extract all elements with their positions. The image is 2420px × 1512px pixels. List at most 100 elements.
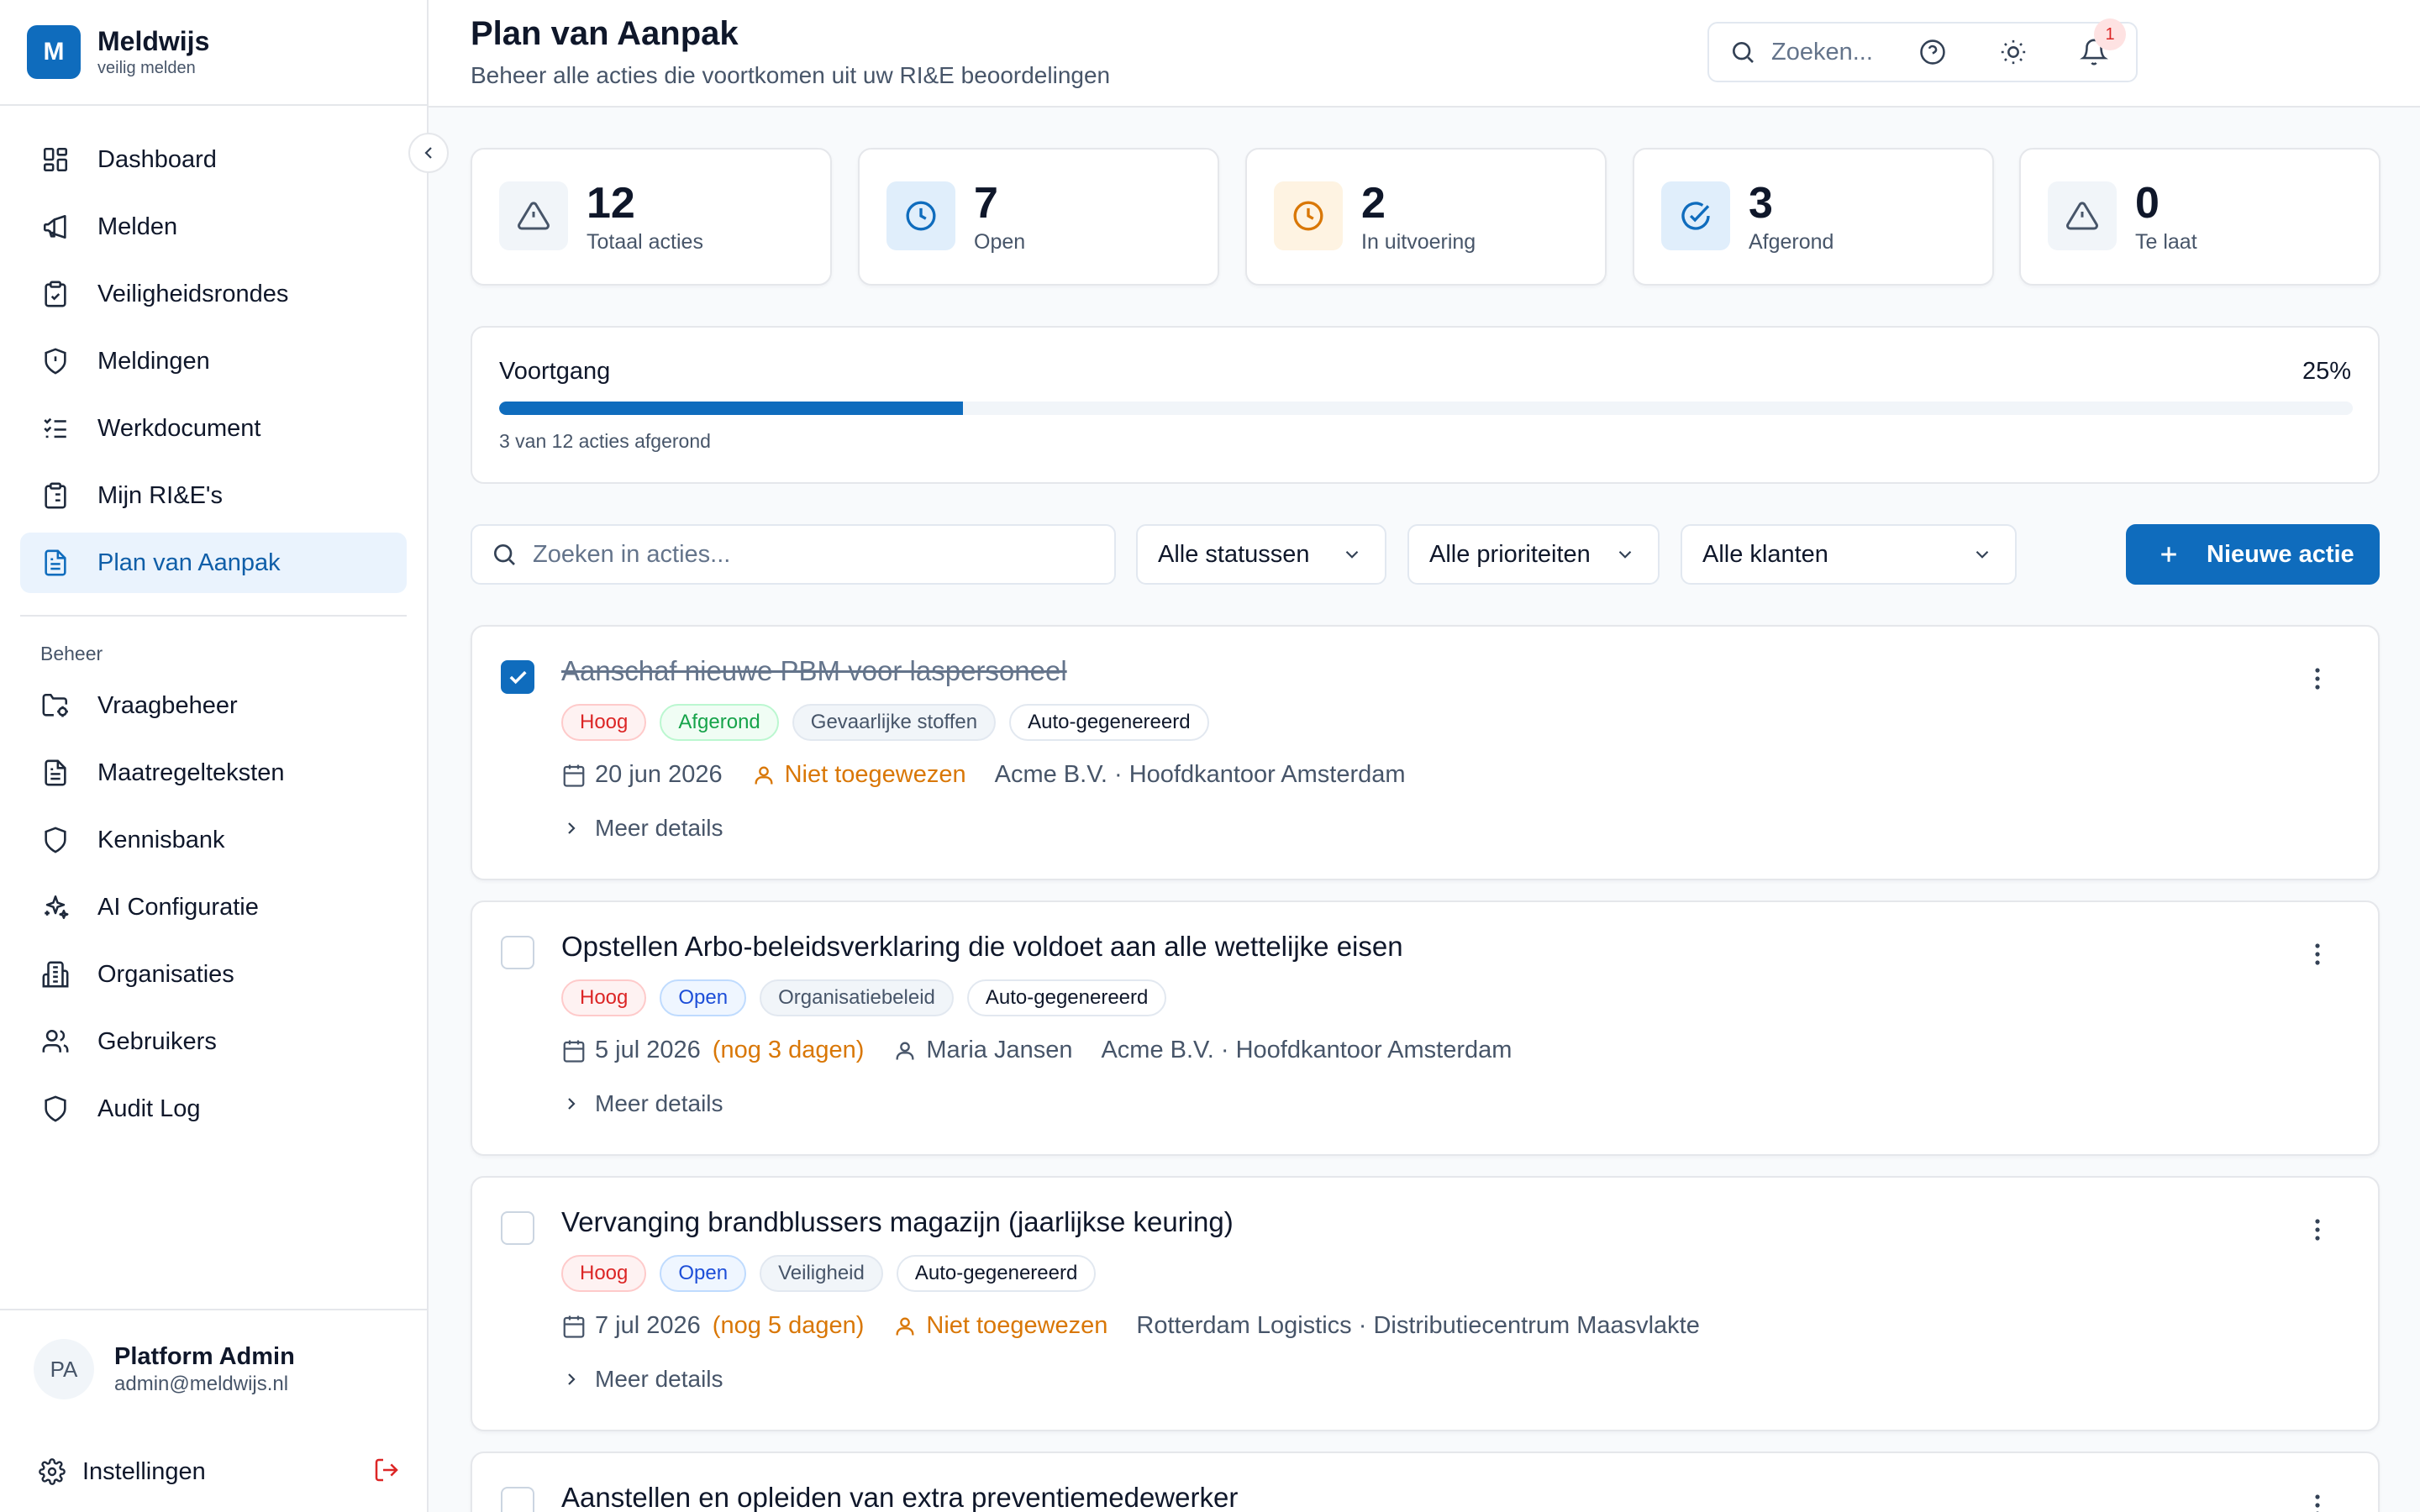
clipboard-list-icon [39,479,72,512]
logout-icon[interactable] [373,1457,400,1483]
action-tags: Hoog Open Veiligheid Auto-gegenereerd [561,1255,1109,1292]
building-icon [39,958,72,991]
collapse-sidebar-button[interactable] [408,133,449,173]
megaphone-icon [39,210,72,244]
clock-icon [1274,181,1343,250]
status-filter-select[interactable]: Alle statussen [1136,524,1386,585]
sidebar-item-melden[interactable]: Melden [20,197,407,257]
action-title[interactable]: Opstellen Arbo-beleidsverklaring die vol… [561,931,1403,963]
new-action-button[interactable]: Nieuwe actie [2126,524,2380,585]
more-vertical-icon[interactable] [2307,1494,2328,1512]
sidebar-item-gebruikers[interactable]: Gebruikers [20,1011,407,1072]
action-meta: 20 jun 2026 Niet toegewezen Acme B.V. · … [561,761,1406,789]
action-title[interactable]: Aanstellen en opleiden van extra prevent… [561,1482,1238,1512]
file-text-icon [39,546,72,580]
brand[interactable]: M Meldwijs veilig melden [0,0,427,106]
actions-search-input[interactable] [533,540,1104,569]
more-details-toggle[interactable]: Meer details [561,1090,723,1117]
more-vertical-icon[interactable] [2307,668,2328,690]
sidebar-item-maatregelteksten[interactable]: Maatregelteksten [20,743,407,803]
chevron-right-icon [561,818,581,838]
sidebar-item-label: Maatregelteksten [97,759,285,786]
dashboard-icon [39,143,72,176]
action-title[interactable]: Aanschaf nieuwe PBM voor laspersoneel [561,655,1067,687]
help-button[interactable] [1914,34,1951,71]
alert-triangle-icon [499,181,568,250]
sidebar-item-ai-configuratie[interactable]: AI Configuratie [20,877,407,937]
user-icon [751,763,776,788]
brand-logo: M [27,25,81,79]
sidebar: M Meldwijs veilig melden Dashboard Melde… [0,0,429,1512]
notifications-button[interactable]: 1 [2075,18,2126,71]
search-icon [491,541,518,568]
location: Acme B.V. · Hoofdkantoor Amsterdam [1101,1037,1512,1063]
stat-label: In uitvoering [1361,230,1476,254]
calendar-icon [561,1038,587,1063]
sidebar-item-mijn-rie[interactable]: Mijn RI&E's [20,465,407,526]
action-checkbox[interactable] [501,660,534,694]
action-checkbox[interactable] [501,1211,534,1245]
folder-cog-icon [39,689,72,722]
more-vertical-icon[interactable] [2307,1219,2328,1241]
chevron-down-icon [1971,543,1993,565]
due-countdown: (nog 3 dagen) [712,1037,865,1063]
action-card[interactable]: Aanschaf nieuwe PBM voor laspersoneel Ho… [471,625,2380,880]
shield-alert-icon [39,344,72,378]
sidebar-item-label: Melden [97,213,178,240]
actions-search[interactable] [471,524,1116,585]
category-badge: Gevaarlijke stoffen [792,704,997,741]
user-icon [892,1038,918,1063]
assignee: Niet toegewezen [784,761,966,788]
user-profile[interactable]: PA Platform Admin admin@meldwijs.nl [0,1310,427,1399]
more-details-toggle[interactable]: Meer details [561,815,723,842]
settings-link[interactable]: Instellingen [39,1453,400,1490]
shield-icon [39,1092,72,1126]
action-title[interactable]: Vervanging brandblussers magazijn (jaarl… [561,1206,1234,1238]
action-card[interactable]: Opstellen Arbo-beleidsverklaring die vol… [471,900,2380,1156]
sidebar-item-label: Audit Log [97,1095,201,1122]
sidebar-item-label: Meldingen [97,347,210,375]
calendar-icon [561,763,587,788]
sidebar-item-meldingen[interactable]: Meldingen [20,331,407,391]
action-card[interactable]: Aanstellen en opleiden van extra prevent… [471,1452,2380,1512]
due-countdown: (nog 5 dagen) [712,1312,865,1339]
clipboard-check-icon [39,277,72,311]
sidebar-item-veiligheidsrondes[interactable]: Veiligheidsrondes [20,264,407,324]
brand-name: Meldwijs [97,26,210,56]
stat-card-in-progress: 2 In uitvoering [1245,148,1607,286]
sidebar-item-dashboard[interactable]: Dashboard [20,129,407,190]
stat-card-total: 12 Totaal acties [471,148,832,286]
priority-filter-select[interactable]: Alle prioriteiten [1407,524,1660,585]
assignee: Maria Jansen [926,1037,1073,1063]
user-email: admin@meldwijs.nl [114,1373,289,1395]
client-filter-select[interactable]: Alle klanten [1681,524,2017,585]
priority-filter-value: Alle prioriteiten [1429,540,1591,568]
stat-value: 2 [1361,179,1386,228]
sidebar-item-werkdocument[interactable]: Werkdocument [20,398,407,459]
action-card[interactable]: Vervanging brandblussers magazijn (jaarl… [471,1176,2380,1431]
admin-nav: Vraagbeheer Maatregelteksten Kennisbank … [0,675,427,1139]
gear-icon [39,1458,66,1485]
sidebar-item-plan-van-aanpak[interactable]: Plan van Aanpak [20,533,407,593]
chevron-down-icon [1614,543,1636,565]
progress-percent: 25% [2302,358,2351,385]
sidebar-item-organisaties[interactable]: Organisaties [20,944,407,1005]
action-checkbox[interactable] [501,936,534,969]
theme-toggle-button[interactable] [1995,34,2032,71]
nav-divider [20,615,407,617]
more-vertical-icon[interactable] [2307,943,2328,965]
stat-label: Totaal acties [587,230,703,254]
stat-value: 7 [974,179,998,228]
location: Acme B.V. · Hoofdkantoor Amsterdam [994,761,1406,788]
action-meta: 5 jul 2026 (nog 3 dagen) Maria Jansen Ac… [561,1037,1512,1064]
sidebar-item-audit-log[interactable]: Audit Log [20,1079,407,1139]
chevron-left-icon [418,143,439,163]
sidebar-item-label: Dashboard [97,145,217,173]
stat-label: Open [974,230,1026,254]
sidebar-item-kennisbank[interactable]: Kennisbank [20,810,407,870]
user-icon [892,1314,918,1339]
sidebar-item-vraagbeheer[interactable]: Vraagbeheer [20,675,407,736]
more-details-toggle[interactable]: Meer details [561,1366,723,1393]
avatar: PA [34,1339,94,1399]
action-checkbox[interactable] [501,1487,534,1512]
